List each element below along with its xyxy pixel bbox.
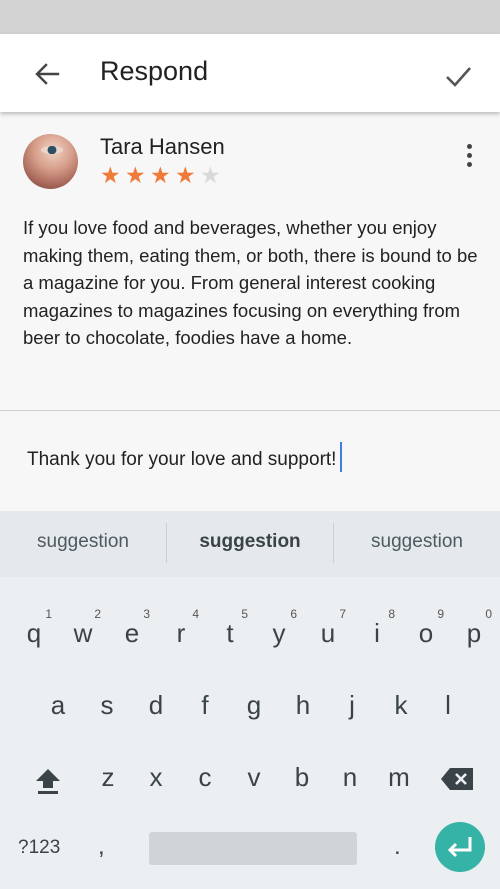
key-e[interactable]: e3 — [108, 605, 156, 661]
backspace-key[interactable] — [440, 764, 476, 794]
key-hint: 9 — [437, 607, 444, 621]
key-y[interactable]: y6 — [255, 605, 303, 661]
key-hint: 6 — [290, 607, 297, 621]
review-text: If you love food and beverages, whether … — [23, 217, 478, 348]
arrow-left-icon — [35, 63, 60, 85]
spacebar[interactable] — [149, 832, 357, 865]
key-label: w — [73, 618, 93, 648]
key-a[interactable]: a — [34, 677, 82, 733]
key-z[interactable]: z — [84, 749, 132, 805]
key-label: o — [418, 618, 434, 648]
key-label: t — [226, 618, 234, 648]
key-label: u — [320, 618, 336, 648]
key-label: x — [149, 762, 163, 792]
key-label: r — [176, 618, 186, 648]
key-h[interactable]: h — [279, 677, 327, 733]
key-q[interactable]: q1 — [10, 605, 58, 661]
key-l[interactable]: l — [424, 677, 472, 733]
key-w[interactable]: w2 — [59, 605, 107, 661]
key-label: m — [388, 762, 410, 792]
suggestion-bar: suggestion suggestion suggestion — [0, 511, 500, 577]
key-hint: 7 — [339, 607, 346, 621]
status-bar — [0, 0, 500, 34]
key-v[interactable]: v — [230, 749, 278, 805]
key-label: d — [148, 690, 164, 720]
key-n[interactable]: n — [326, 749, 374, 805]
star-icon: ★ — [125, 162, 146, 188]
soft-keyboard: suggestion suggestion suggestion ?123 , … — [0, 511, 500, 889]
key-k[interactable]: k — [377, 677, 425, 733]
key-hint: 8 — [388, 607, 395, 621]
star-icon: ★ — [175, 162, 196, 188]
key-u[interactable]: u7 — [304, 605, 352, 661]
key-label: c — [198, 762, 212, 792]
back-button[interactable] — [28, 55, 68, 95]
key-hint: 0 — [485, 607, 492, 621]
key-s[interactable]: s — [83, 677, 131, 733]
key-label: k — [394, 690, 408, 720]
key-hint: 4 — [192, 607, 199, 621]
key-label: s — [100, 690, 114, 720]
key-j[interactable]: j — [328, 677, 376, 733]
key-label: e — [124, 618, 140, 648]
key-t[interactable]: t5 — [206, 605, 254, 661]
star-icon: ★ — [150, 162, 171, 188]
key-r[interactable]: r4 — [157, 605, 205, 661]
key-label: a — [50, 690, 66, 720]
key-label: q — [26, 618, 42, 648]
reviewer-name: Tara Hansen — [100, 134, 225, 159]
review-card: Tara Hansen ★ ★ ★ ★ ★ If you love food and b… — [0, 112, 500, 410]
text-cursor — [340, 442, 343, 472]
star-rating: ★ ★ ★ ★ ★ — [100, 162, 225, 189]
backspace-icon — [441, 768, 473, 790]
key-label: j — [349, 690, 355, 720]
more-vert-icon — [455, 144, 483, 167]
key-label: i — [374, 618, 380, 648]
suggestion-center[interactable]: suggestion — [167, 531, 333, 553]
key-f[interactable]: f — [181, 677, 229, 733]
key-b[interactable]: b — [278, 749, 326, 805]
period-key[interactable]: . — [394, 833, 401, 861]
reply-input-value[interactable]: Thank you for your love and support! — [27, 449, 336, 470]
key-label: h — [295, 690, 311, 720]
suggestion-left[interactable]: suggestion — [0, 531, 166, 553]
star-icon: ★ — [100, 162, 121, 188]
key-p[interactable]: p0 — [450, 605, 498, 661]
key-label: p — [466, 618, 482, 648]
enter-icon — [447, 837, 472, 858]
key-label: z — [101, 762, 115, 792]
key-m[interactable]: m — [375, 749, 423, 805]
done-button[interactable] — [438, 56, 478, 96]
key-hint: 1 — [45, 607, 52, 621]
key-i[interactable]: i8 — [353, 605, 401, 661]
key-hint: 5 — [241, 607, 248, 621]
key-label: g — [246, 690, 262, 720]
key-x[interactable]: x — [132, 749, 180, 805]
key-label: f — [201, 690, 209, 720]
page-title: Respond — [100, 56, 209, 86]
key-g[interactable]: g — [230, 677, 278, 733]
suggestion-right[interactable]: suggestion — [334, 531, 500, 553]
key-hint: 3 — [143, 607, 150, 621]
key-label: v — [247, 762, 261, 792]
shift-key[interactable] — [30, 763, 66, 799]
key-label: y — [272, 618, 286, 648]
symbols-key[interactable]: ?123 — [18, 837, 60, 859]
shift-icon — [36, 769, 60, 794]
star-icon: ★ — [200, 162, 221, 188]
key-hint: 2 — [94, 607, 101, 621]
comma-key[interactable]: , — [98, 833, 105, 861]
key-label: b — [294, 762, 310, 792]
avatar — [23, 134, 78, 189]
key-label: n — [342, 762, 358, 792]
more-options-button[interactable] — [455, 144, 483, 172]
key-d[interactable]: d — [132, 677, 180, 733]
checkmark-icon — [446, 67, 471, 87]
key-o[interactable]: o9 — [402, 605, 450, 661]
key-label: l — [445, 690, 451, 720]
enter-key[interactable] — [435, 822, 485, 872]
key-c[interactable]: c — [181, 749, 229, 805]
reply-field[interactable]: Thank you for your love and support! — [0, 411, 500, 511]
app-bar: Respond — [0, 34, 500, 112]
